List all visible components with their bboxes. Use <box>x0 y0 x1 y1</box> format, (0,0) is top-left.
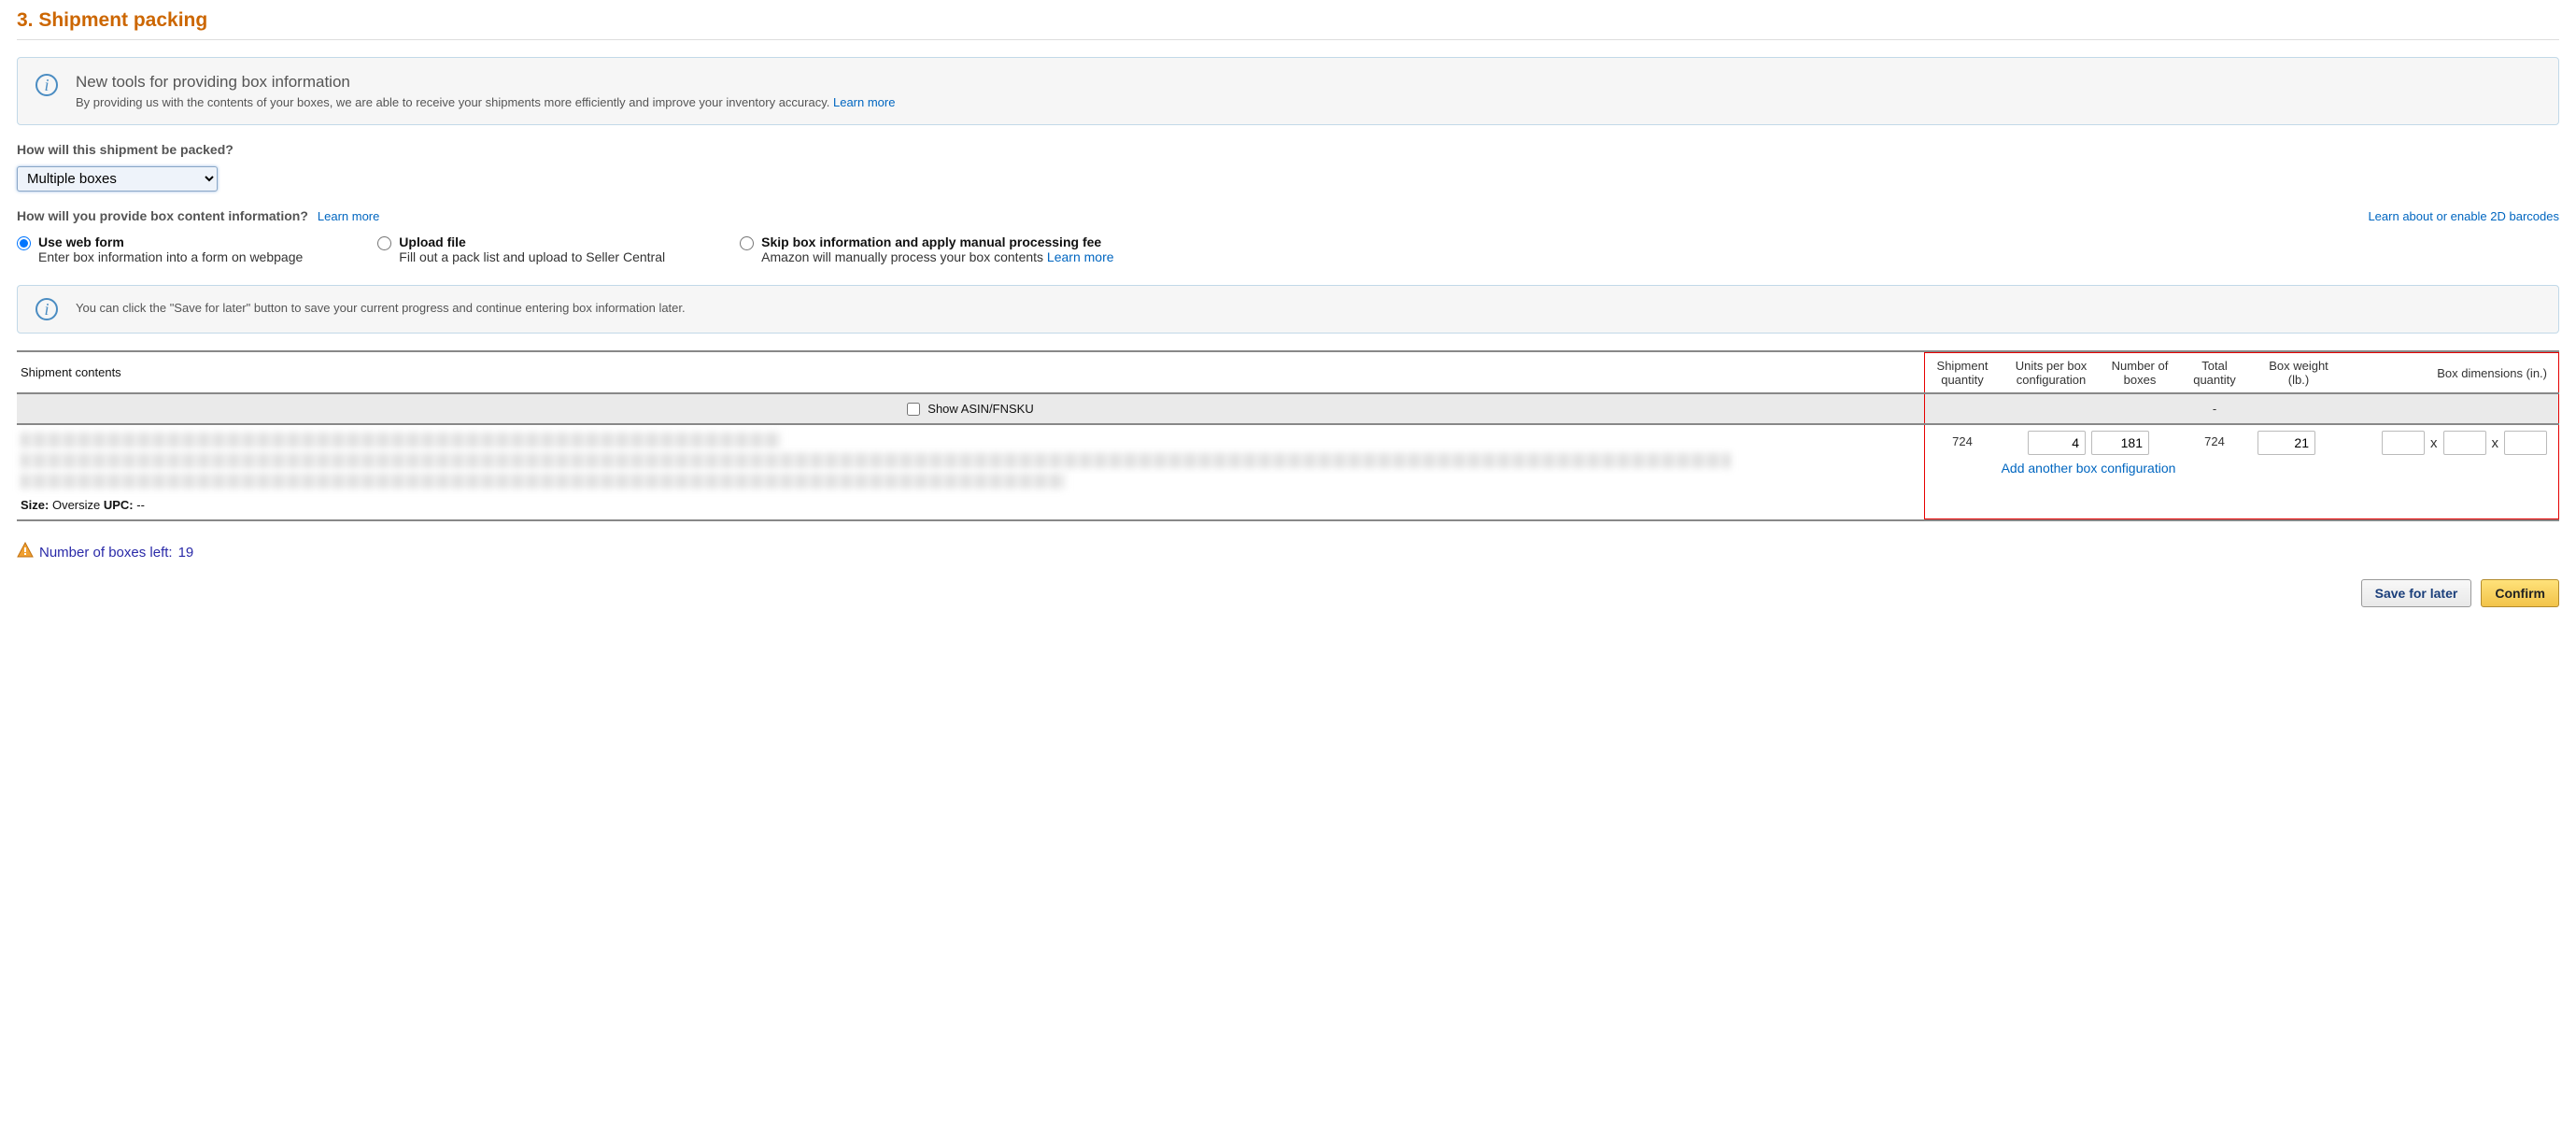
dim-separator: x <box>2430 435 2438 451</box>
section-title: 3. Shipment packing <box>17 9 2559 40</box>
upc-label: UPC: <box>104 498 134 512</box>
number-of-boxes-input[interactable] <box>2091 431 2149 455</box>
radio-skip[interactable]: Skip box information and apply manual pr… <box>740 234 1113 264</box>
radio-web-title: Use web form <box>38 234 303 249</box>
box-weight-input[interactable] <box>2258 431 2315 455</box>
header-contents: Shipment contents <box>17 352 1924 392</box>
radio-upload-file[interactable]: Upload file Fill out a pack list and upl… <box>377 234 665 264</box>
radio-skip-desc-text: Amazon will manually process your box co… <box>761 249 1047 264</box>
radio-upload-input[interactable] <box>377 236 391 250</box>
packed-select[interactable]: Multiple boxes <box>17 166 218 192</box>
header-dims: Box dimensions (in.) <box>2345 353 2558 392</box>
info-desc: By providing us with the contents of you… <box>76 95 895 109</box>
barcode-link[interactable]: Learn about or enable 2D barcodes <box>2368 209 2559 223</box>
info-icon: i <box>35 73 59 97</box>
info-save-text: You can click the "Save for later" butto… <box>76 297 686 315</box>
learn-more-link[interactable]: Learn more <box>833 95 895 109</box>
sub-totalqty-dash: - <box>2177 394 2252 423</box>
radio-web-form[interactable]: Use web form Enter box information into … <box>17 234 303 264</box>
dim-height-input[interactable] <box>2504 431 2547 455</box>
boxes-left: Number of boxes left: 19 <box>17 542 2559 562</box>
packed-question: How will this shipment be packed? <box>17 142 2559 157</box>
header-weight: Box weight (lb.) <box>2252 353 2345 392</box>
dim-separator: x <box>2492 435 2499 451</box>
save-for-later-button[interactable]: Save for later <box>2361 579 2472 607</box>
radio-group: Use web form Enter box information into … <box>17 234 2559 264</box>
row-totalqty: 724 <box>2177 425 2252 518</box>
redacted-text <box>21 453 1731 468</box>
radio-skip-input[interactable] <box>740 236 754 250</box>
redacted-text <box>21 474 1066 489</box>
shipment-table: Shipment contents Shipment quantity Unit… <box>17 350 2559 521</box>
info-desc-text: By providing us with the contents of you… <box>76 95 833 109</box>
info-title: New tools for providing box information <box>76 73 895 92</box>
radio-web-desc: Enter box information into a form on web… <box>38 249 303 264</box>
provide-question: How will you provide box content informa… <box>17 208 308 223</box>
dim-length-input[interactable] <box>2382 431 2425 455</box>
table-header-row: Shipment contents Shipment quantity Unit… <box>17 352 2559 394</box>
warning-icon <box>17 542 34 562</box>
confirm-button[interactable]: Confirm <box>2481 579 2559 607</box>
upc-value: -- <box>134 498 145 512</box>
header-totalqty: Total quantity <box>2177 353 2252 392</box>
boxes-left-label: Number of boxes left: <box>39 545 173 561</box>
info-box-tools: i New tools for providing box informatio… <box>17 57 2559 125</box>
radio-upload-title: Upload file <box>399 234 665 249</box>
boxes-left-value: 19 <box>178 545 194 561</box>
header-shipqty: Shipment quantity <box>1925 353 2000 392</box>
table-sub-row: Show ASIN/FNSKU - <box>17 394 2559 425</box>
size-label: Size: <box>21 498 49 512</box>
size-value: Oversize <box>49 498 104 512</box>
info-box-save: i You can click the "Save for later" but… <box>17 285 2559 334</box>
header-numbox: Number of boxes <box>2102 353 2177 392</box>
provide-learn-more-link[interactable]: Learn more <box>318 209 379 223</box>
size-line: Size: Oversize UPC: -- <box>21 498 1920 512</box>
row-shipqty: 724 <box>1925 425 2000 518</box>
radio-skip-desc: Amazon will manually process your box co… <box>761 249 1113 264</box>
header-unitsper: Units per box configuration <box>2000 353 2102 392</box>
footer-buttons: Save for later Confirm <box>17 579 2559 607</box>
add-box-config-link[interactable]: Add another box configuration <box>2000 461 2177 476</box>
svg-text:i: i <box>44 76 49 94</box>
svg-text:i: i <box>44 300 49 319</box>
radio-upload-desc: Fill out a pack list and upload to Selle… <box>399 249 665 264</box>
table-row: Size: Oversize UPC: -- 724 Add another b… <box>17 425 2559 521</box>
show-asin-label: Show ASIN/FNSKU <box>927 402 1033 416</box>
radio-skip-title: Skip box information and apply manual pr… <box>761 234 1113 249</box>
redacted-text <box>21 433 781 447</box>
units-per-box-input[interactable] <box>2028 431 2086 455</box>
radio-web-form-input[interactable] <box>17 236 31 250</box>
radio-skip-learn-more[interactable]: Learn more <box>1047 249 1114 264</box>
show-asin-checkbox[interactable] <box>907 403 920 416</box>
dim-width-input[interactable] <box>2443 431 2486 455</box>
info-icon: i <box>35 297 59 321</box>
